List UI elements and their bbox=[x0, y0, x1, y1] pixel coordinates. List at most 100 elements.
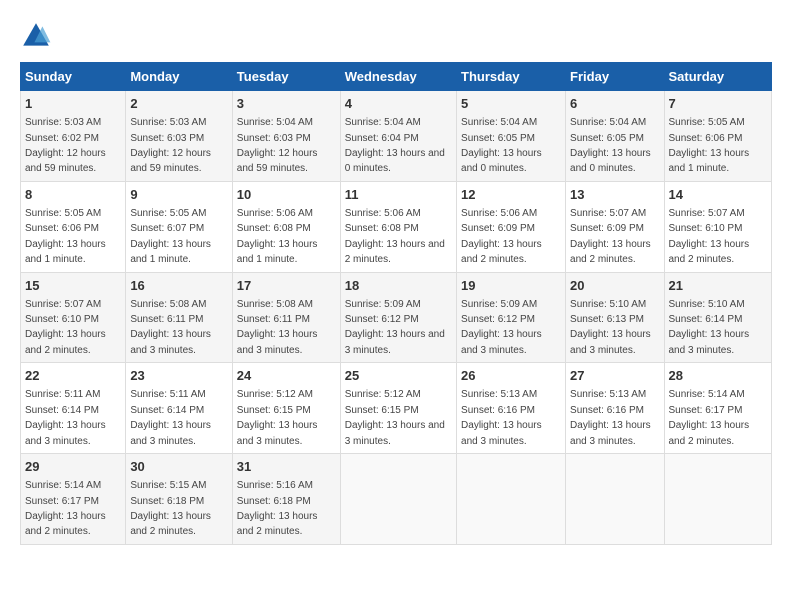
day-info: Sunrise: 5:08 AMSunset: 6:11 PMDaylight:… bbox=[130, 299, 211, 356]
calendar-week-row: 15 Sunrise: 5:07 AMSunset: 6:10 PMDayligh… bbox=[21, 272, 772, 363]
calendar-week-row: 22 Sunrise: 5:11 AMSunset: 6:14 PMDayligh… bbox=[21, 363, 772, 454]
day-number: 1 bbox=[25, 95, 121, 113]
calendar-week-row: 8 Sunrise: 5:05 AMSunset: 6:06 PMDaylight… bbox=[21, 181, 772, 272]
day-number: 10 bbox=[237, 186, 336, 204]
calendar-cell: 27Sunrise: 5:13 AMSunset: 6:16 PMDayligh… bbox=[566, 363, 664, 454]
day-info: Sunrise: 5:05 AMSunset: 6:06 PMDaylight:… bbox=[669, 117, 750, 174]
calendar-cell: 7 Sunrise: 5:05 AMSunset: 6:06 PMDaylight… bbox=[664, 91, 772, 182]
header-sunday: Sunday bbox=[21, 63, 126, 91]
header-wednesday: Wednesday bbox=[340, 63, 456, 91]
calendar-cell: 12 Sunrise: 5:06 AMSunset: 6:09 PMDayligh… bbox=[457, 181, 566, 272]
day-info: Sunrise: 5:11 AMSunset: 6:14 PMDaylight:… bbox=[130, 389, 211, 446]
calendar-cell: 18 Sunrise: 5:09 AMSunset: 6:12 PMDayligh… bbox=[340, 272, 456, 363]
calendar-cell: 17 Sunrise: 5:08 AMSunset: 6:11 PMDayligh… bbox=[232, 272, 340, 363]
calendar-cell: 3Sunrise: 5:04 AMSunset: 6:03 PMDaylight… bbox=[232, 91, 340, 182]
day-number: 24 bbox=[237, 367, 336, 385]
calendar-week-row: 1 Sunrise: 5:03 AMSunset: 6:02 PMDaylight… bbox=[21, 91, 772, 182]
calendar-cell bbox=[664, 454, 772, 545]
day-info: Sunrise: 5:03 AMSunset: 6:02 PMDaylight:… bbox=[25, 117, 106, 174]
day-info: Sunrise: 5:10 AMSunset: 6:13 PMDaylight:… bbox=[570, 299, 651, 356]
calendar-cell: 23 Sunrise: 5:11 AMSunset: 6:14 PMDayligh… bbox=[126, 363, 232, 454]
day-number: 15 bbox=[25, 277, 121, 295]
logo-icon bbox=[20, 20, 52, 52]
day-number: 11 bbox=[345, 186, 452, 204]
day-info: Sunrise: 5:14 AMSunset: 6:17 PMDaylight:… bbox=[25, 480, 106, 537]
day-number: 25 bbox=[345, 367, 452, 385]
day-number: 17 bbox=[237, 277, 336, 295]
calendar-cell bbox=[566, 454, 664, 545]
day-info: Sunrise: 5:07 AMSunset: 6:10 PMDaylight:… bbox=[669, 208, 750, 265]
day-number: 2 bbox=[130, 95, 227, 113]
calendar-table: SundayMondayTuesdayWednesdayThursdayFrid… bbox=[20, 62, 772, 545]
day-number: 23 bbox=[130, 367, 227, 385]
calendar-cell: 1 Sunrise: 5:03 AMSunset: 6:02 PMDaylight… bbox=[21, 91, 126, 182]
calendar-cell: 14Sunrise: 5:07 AMSunset: 6:10 PMDayligh… bbox=[664, 181, 772, 272]
calendar-cell: 16Sunrise: 5:08 AMSunset: 6:11 PMDayligh… bbox=[126, 272, 232, 363]
calendar-cell: 30 Sunrise: 5:15 AMSunset: 6:18 PMDayligh… bbox=[126, 454, 232, 545]
day-number: 4 bbox=[345, 95, 452, 113]
day-info: Sunrise: 5:06 AMSunset: 6:08 PMDaylight:… bbox=[237, 208, 318, 265]
calendar-cell bbox=[457, 454, 566, 545]
calendar-cell: 8 Sunrise: 5:05 AMSunset: 6:06 PMDaylight… bbox=[21, 181, 126, 272]
day-info: Sunrise: 5:09 AMSunset: 6:12 PMDaylight:… bbox=[461, 299, 542, 356]
calendar-cell: 10 Sunrise: 5:06 AMSunset: 6:08 PMDayligh… bbox=[232, 181, 340, 272]
calendar-cell: 2Sunrise: 5:03 AMSunset: 6:03 PMDaylight… bbox=[126, 91, 232, 182]
day-info: Sunrise: 5:16 AMSunset: 6:18 PMDaylight:… bbox=[237, 480, 318, 537]
day-number: 8 bbox=[25, 186, 121, 204]
day-number: 20 bbox=[570, 277, 659, 295]
day-number: 28 bbox=[669, 367, 768, 385]
calendar-cell: 6 Sunrise: 5:04 AMSunset: 6:05 PMDaylight… bbox=[566, 91, 664, 182]
calendar-week-row: 29 Sunrise: 5:14 AMSunset: 6:17 PMDayligh… bbox=[21, 454, 772, 545]
day-info: Sunrise: 5:08 AMSunset: 6:11 PMDaylight:… bbox=[237, 299, 318, 356]
day-info: Sunrise: 5:05 AMSunset: 6:07 PMDaylight:… bbox=[130, 208, 211, 265]
header-friday: Friday bbox=[566, 63, 664, 91]
day-number: 31 bbox=[237, 458, 336, 476]
day-number: 5 bbox=[461, 95, 561, 113]
calendar-cell: 25Sunrise: 5:12 AMSunset: 6:15 PMDayligh… bbox=[340, 363, 456, 454]
day-number: 22 bbox=[25, 367, 121, 385]
day-info: Sunrise: 5:04 AMSunset: 6:05 PMDaylight:… bbox=[570, 117, 651, 174]
calendar-cell: 28 Sunrise: 5:14 AMSunset: 6:17 PMDayligh… bbox=[664, 363, 772, 454]
day-info: Sunrise: 5:10 AMSunset: 6:14 PMDaylight:… bbox=[669, 299, 750, 356]
day-info: Sunrise: 5:04 AMSunset: 6:03 PMDaylight:… bbox=[237, 117, 318, 174]
header-tuesday: Tuesday bbox=[232, 63, 340, 91]
day-info: Sunrise: 5:14 AMSunset: 6:17 PMDaylight:… bbox=[669, 389, 750, 446]
calendar-cell bbox=[340, 454, 456, 545]
day-number: 13 bbox=[570, 186, 659, 204]
calendar-cell: 5 Sunrise: 5:04 AMSunset: 6:05 PMDaylight… bbox=[457, 91, 566, 182]
logo bbox=[20, 20, 56, 52]
calendar-cell: 26Sunrise: 5:13 AMSunset: 6:16 PMDayligh… bbox=[457, 363, 566, 454]
day-info: Sunrise: 5:07 AMSunset: 6:10 PMDaylight:… bbox=[25, 299, 106, 356]
day-number: 12 bbox=[461, 186, 561, 204]
calendar-cell: 4Sunrise: 5:04 AMSunset: 6:04 PMDaylight… bbox=[340, 91, 456, 182]
day-info: Sunrise: 5:07 AMSunset: 6:09 PMDaylight:… bbox=[570, 208, 651, 265]
calendar-cell: 31 Sunrise: 5:16 AMSunset: 6:18 PMDayligh… bbox=[232, 454, 340, 545]
calendar-cell: 9 Sunrise: 5:05 AMSunset: 6:07 PMDaylight… bbox=[126, 181, 232, 272]
day-number: 30 bbox=[130, 458, 227, 476]
day-number: 9 bbox=[130, 186, 227, 204]
day-info: Sunrise: 5:06 AMSunset: 6:09 PMDaylight:… bbox=[461, 208, 542, 265]
day-number: 7 bbox=[669, 95, 768, 113]
day-info: Sunrise: 5:04 AMSunset: 6:05 PMDaylight:… bbox=[461, 117, 542, 174]
day-number: 21 bbox=[669, 277, 768, 295]
day-info: Sunrise: 5:06 AMSunset: 6:08 PMDaylight:… bbox=[345, 208, 445, 265]
calendar-cell: 13 Sunrise: 5:07 AMSunset: 6:09 PMDayligh… bbox=[566, 181, 664, 272]
day-info: Sunrise: 5:09 AMSunset: 6:12 PMDaylight:… bbox=[345, 299, 445, 356]
day-number: 6 bbox=[570, 95, 659, 113]
calendar-cell: 24 Sunrise: 5:12 AMSunset: 6:15 PMDayligh… bbox=[232, 363, 340, 454]
page-header bbox=[20, 20, 772, 52]
day-info: Sunrise: 5:05 AMSunset: 6:06 PMDaylight:… bbox=[25, 208, 106, 265]
day-number: 29 bbox=[25, 458, 121, 476]
day-number: 19 bbox=[461, 277, 561, 295]
day-number: 18 bbox=[345, 277, 452, 295]
calendar-cell: 21 Sunrise: 5:10 AMSunset: 6:14 PMDayligh… bbox=[664, 272, 772, 363]
day-info: Sunrise: 5:15 AMSunset: 6:18 PMDaylight:… bbox=[130, 480, 211, 537]
calendar-cell: 22 Sunrise: 5:11 AMSunset: 6:14 PMDayligh… bbox=[21, 363, 126, 454]
day-info: Sunrise: 5:12 AMSunset: 6:15 PMDaylight:… bbox=[237, 389, 318, 446]
day-number: 26 bbox=[461, 367, 561, 385]
calendar-cell: 29 Sunrise: 5:14 AMSunset: 6:17 PMDayligh… bbox=[21, 454, 126, 545]
header-saturday: Saturday bbox=[664, 63, 772, 91]
calendar-cell: 11 Sunrise: 5:06 AMSunset: 6:08 PMDayligh… bbox=[340, 181, 456, 272]
calendar-cell: 15 Sunrise: 5:07 AMSunset: 6:10 PMDayligh… bbox=[21, 272, 126, 363]
day-info: Sunrise: 5:11 AMSunset: 6:14 PMDaylight:… bbox=[25, 389, 106, 446]
